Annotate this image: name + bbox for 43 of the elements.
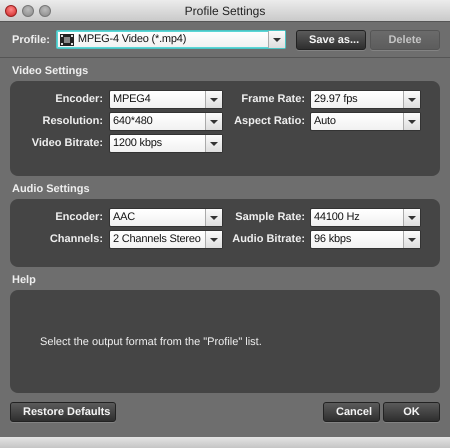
dropdown[interactable]: 2 Channels Stereo: [109, 230, 223, 249]
help-text: Select the output format from the "Profile" list.: [40, 336, 262, 348]
dropdown[interactable]: 1200 kbps: [109, 134, 223, 153]
field-label: Aspect Ratio:: [234, 115, 305, 127]
section-heading: Help: [12, 274, 36, 286]
caret-icon: [210, 142, 218, 146]
caret-icon: [210, 238, 218, 242]
section-heading: Audio Settings: [12, 183, 90, 195]
dropdown[interactable]: MPEG-4 Video (*.mp4): [56, 30, 286, 49]
ok-button[interactable]: OK: [383, 402, 440, 422]
caret-icon: [210, 120, 218, 124]
caret-icon: [408, 98, 416, 102]
dropdown[interactable]: 96 kbps: [310, 230, 421, 249]
section-heading: Video Settings: [12, 65, 88, 77]
field-label: Encoder:: [55, 93, 103, 105]
caret-icon: [408, 120, 416, 124]
field-label: Audio Bitrate:: [232, 233, 305, 245]
dropdown[interactable]: MPEG4: [109, 90, 223, 109]
dropdown[interactable]: Auto: [310, 112, 421, 131]
save-button[interactable]: Save as...: [296, 30, 366, 50]
zoom-icon[interactable]: [39, 4, 51, 16]
field-label: Video Bitrate:: [32, 137, 103, 149]
field-label: Resolution:: [42, 115, 103, 127]
field-label: Frame Rate:: [241, 93, 305, 105]
minimize-icon[interactable]: [22, 4, 34, 16]
dropdown[interactable]: 44100 Hz: [310, 208, 421, 227]
dropdown[interactable]: AAC: [109, 208, 223, 227]
close-icon[interactable]: [5, 4, 17, 16]
window-title: Profile Settings: [184, 4, 266, 18]
caret-icon: [210, 216, 218, 220]
field-label: Channels:: [50, 233, 103, 245]
film-icon: [60, 34, 74, 46]
dropdown[interactable]: 640*480: [109, 112, 223, 131]
caret-icon: [408, 216, 416, 220]
field-label: Sample Rate:: [235, 211, 305, 223]
dropdown[interactable]: 29.97 fps: [310, 90, 421, 109]
caret-icon: [273, 38, 281, 42]
restore-defaults-button[interactable]: Restore Defaults: [10, 402, 116, 422]
field-label: Encoder:: [55, 211, 103, 223]
caret-icon: [210, 98, 218, 102]
profile-label: Profile:: [12, 34, 50, 46]
cancel-button[interactable]: Cancel: [323, 402, 380, 422]
caret-icon: [408, 238, 416, 242]
